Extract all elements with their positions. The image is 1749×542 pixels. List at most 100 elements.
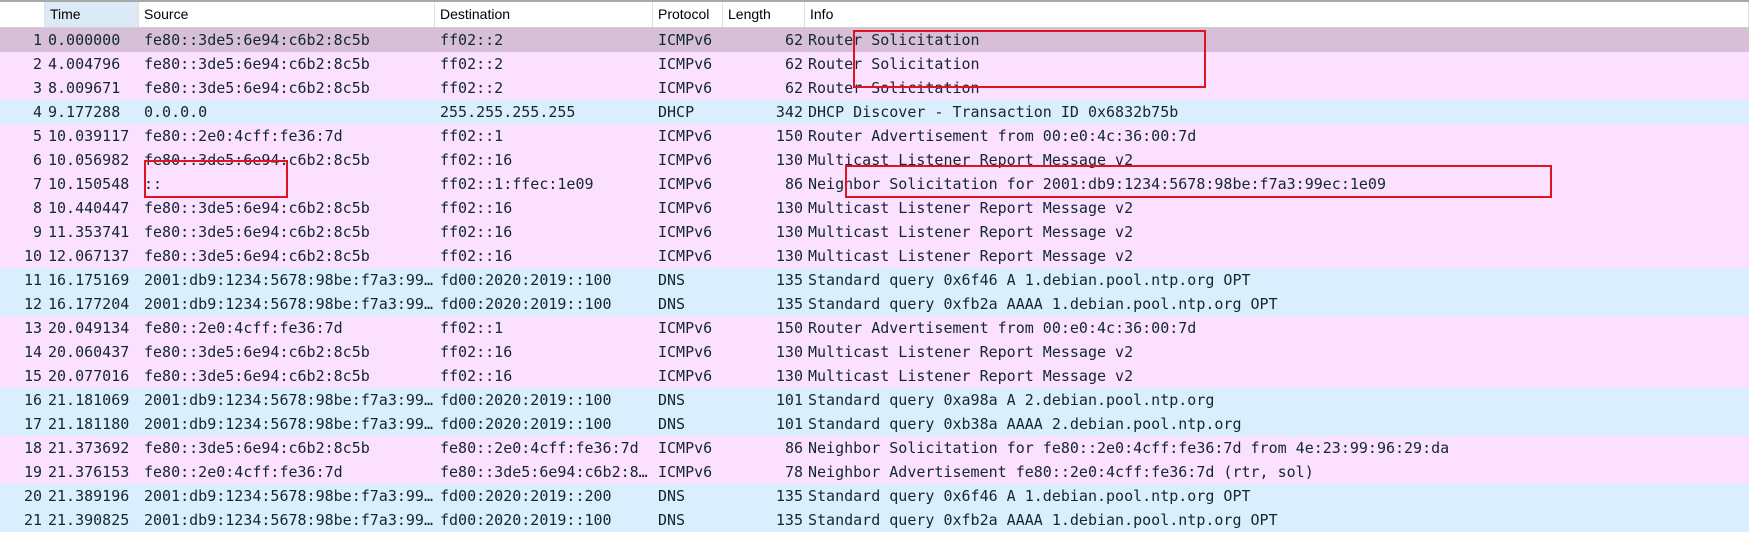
packet-number: 6 <box>32 151 42 169</box>
packet-destination: ff02::2 <box>440 31 504 49</box>
column-header-source[interactable]: Source <box>139 2 435 27</box>
packet-row[interactable]: 6 10.056982 fe80::3de5:6e94:c6b2:8c5b ff02:… <box>0 148 1749 172</box>
packet-source: fe80::3de5:6e94:c6b2:8c5b <box>144 247 370 265</box>
packet-row[interactable]: 5 10.039117 fe80::2e0:4cff:fe36:7d ff02::1 I… <box>0 124 1749 148</box>
packet-destination: fe80::3de5:6e94:c6b2:8… <box>440 463 648 481</box>
packet-destination: ff02::16 <box>440 247 513 265</box>
packet-source: :: <box>144 175 163 193</box>
packet-length: 130 <box>775 223 803 241</box>
packet-time: 21.376153 <box>48 463 130 481</box>
packet-info: Router Solicitation <box>808 55 980 73</box>
packet-source: fe80::3de5:6e94:c6b2:8c5b <box>144 367 370 385</box>
packet-number: 21 <box>23 511 42 529</box>
packet-length: 130 <box>775 367 803 385</box>
packet-destination: ff02::1 <box>440 127 504 145</box>
packet-time: 0.000000 <box>48 31 121 49</box>
packet-destination: fd00:2020:2019::200 <box>440 487 612 505</box>
packet-row[interactable]: 15 20.077016 fe80::3de5:6e94:c6b2:8c5b ff02… <box>0 364 1749 388</box>
packet-destination: 255.255.255.255 <box>440 103 576 121</box>
packet-row[interactable]: 14 20.060437 fe80::3de5:6e94:c6b2:8c5b ff02… <box>0 340 1749 364</box>
packet-number: 15 <box>23 367 42 385</box>
packet-number: 13 <box>23 319 42 337</box>
packet-row[interactable]: 8 10.440447 fe80::3de5:6e94:c6b2:8c5b ff02:… <box>0 196 1749 220</box>
packet-info: Standard query 0xfb2a AAAA 1.debian.pool… <box>808 295 1278 313</box>
packet-time: 21.181069 <box>48 391 130 409</box>
packet-info: Multicast Listener Report Message v2 <box>808 151 1134 169</box>
packet-info: Multicast Listener Report Message v2 <box>808 343 1134 361</box>
packet-source: fe80::3de5:6e94:c6b2:8c5b <box>144 151 370 169</box>
column-header-info[interactable]: Info <box>805 2 1749 27</box>
packet-row[interactable]: 4 9.177288 0.0.0.0 255.255.255.255 DHCP 342 DH… <box>0 100 1749 124</box>
packet-info: Standard query 0x6f46 A 1.debian.pool.nt… <box>808 271 1251 289</box>
packet-row[interactable]: 9 11.353741 fe80::3de5:6e94:c6b2:8c5b ff02:… <box>0 220 1749 244</box>
packet-number: 1 <box>32 31 42 49</box>
packet-source: 2001:db9:1234:5678:98be:f7a3:99… <box>144 295 433 313</box>
packet-number: 12 <box>23 295 42 313</box>
packet-time: 12.067137 <box>48 247 130 265</box>
packet-length: 135 <box>775 511 803 529</box>
packet-length: 130 <box>775 199 803 217</box>
packet-destination: fe80::2e0:4cff:fe36:7d <box>440 439 639 457</box>
column-header-destination[interactable]: Destination <box>435 2 653 27</box>
packet-number: 7 <box>32 175 42 193</box>
packet-time: 21.373692 <box>48 439 130 457</box>
packet-row[interactable]: 10 12.067137 fe80::3de5:6e94:c6b2:8c5b ff02… <box>0 244 1749 268</box>
packet-destination: ff02::2 <box>440 79 504 97</box>
packet-row[interactable]: 19 21.376153 fe80::2e0:4cff:fe36:7d fe80::3… <box>0 460 1749 484</box>
packet-number: 3 <box>32 79 42 97</box>
packet-row[interactable]: 3 8.009671 fe80::3de5:6e94:c6b2:8c5b ff02::… <box>0 76 1749 100</box>
packet-destination: ff02::1:ffec:1e09 <box>440 175 594 193</box>
packet-row[interactable]: 18 21.373692 fe80::3de5:6e94:c6b2:8c5b fe80… <box>0 436 1749 460</box>
packet-info: Neighbor Advertisement fe80::2e0:4cff:fe… <box>808 463 1314 481</box>
packet-number: 10 <box>23 247 42 265</box>
packet-time: 4.004796 <box>48 55 121 73</box>
packet-destination: ff02::16 <box>440 367 513 385</box>
packet-row[interactable]: 20 21.389196 2001:db9:1234:5678:98be:f7a3:… <box>0 484 1749 508</box>
column-header-protocol[interactable]: Protocol <box>653 2 723 27</box>
packet-protocol: DNS <box>658 511 686 529</box>
packet-source: 2001:db9:1234:5678:98be:f7a3:99… <box>144 415 433 433</box>
column-header-length[interactable]: Length <box>723 2 805 27</box>
packet-info: Router Solicitation <box>808 31 980 49</box>
packet-source: fe80::3de5:6e94:c6b2:8c5b <box>144 199 370 217</box>
packet-info: DHCP Discover - Transaction ID 0x6832b75… <box>808 103 1179 121</box>
packet-row[interactable]: 21 21.390825 2001:db9:1234:5678:98be:f7a3:… <box>0 508 1749 532</box>
packet-length: 130 <box>775 151 803 169</box>
packet-protocol: DNS <box>658 391 686 409</box>
packet-row[interactable]: 13 20.049134 fe80::2e0:4cff:fe36:7d ff02::1… <box>0 316 1749 340</box>
packet-info: Multicast Listener Report Message v2 <box>808 223 1134 241</box>
column-header-no[interactable] <box>0 2 45 27</box>
column-header-time[interactable]: Time <box>45 2 139 27</box>
packet-length: 86 <box>784 175 803 193</box>
packet-row[interactable]: 12 16.177204 2001:db9:1234:5678:98be:f7a3:… <box>0 292 1749 316</box>
packet-info: Multicast Listener Report Message v2 <box>808 199 1134 217</box>
packet-length: 62 <box>784 79 803 97</box>
packet-list[interactable]: Time Source Destination Protocol Length … <box>0 0 1749 532</box>
packet-time: 10.150548 <box>48 175 130 193</box>
packet-protocol: DHCP <box>658 103 695 121</box>
packet-source: 2001:db9:1234:5678:98be:f7a3:99… <box>144 391 433 409</box>
packet-row[interactable]: 16 21.181069 2001:db9:1234:5678:98be:f7a3:… <box>0 388 1749 412</box>
packet-time: 21.390825 <box>48 511 130 529</box>
packet-length: 135 <box>775 271 803 289</box>
packet-protocol: ICMPv6 <box>658 175 713 193</box>
packet-destination: ff02::1 <box>440 319 504 337</box>
packet-row[interactable]: 1 0.000000 fe80::3de5:6e94:c6b2:8c5b ff02::… <box>0 28 1749 52</box>
packet-length: 130 <box>775 247 803 265</box>
packet-length: 101 <box>775 415 803 433</box>
packet-protocol: ICMPv6 <box>658 151 713 169</box>
packet-time: 10.056982 <box>48 151 130 169</box>
packet-source: fe80::2e0:4cff:fe36:7d <box>144 463 343 481</box>
packet-row[interactable]: 11 16.175169 2001:db9:1234:5678:98be:f7a3:… <box>0 268 1749 292</box>
packet-info: Standard query 0xfb2a AAAA 1.debian.pool… <box>808 511 1278 529</box>
packet-row[interactable]: 17 21.181180 2001:db9:1234:5678:98be:f7a3:… <box>0 412 1749 436</box>
packet-row[interactable]: 2 4.004796 fe80::3de5:6e94:c6b2:8c5b ff02::… <box>0 52 1749 76</box>
packet-number: 17 <box>23 415 42 433</box>
packet-length: 86 <box>784 439 803 457</box>
packet-row[interactable]: 7 10.150548:: ff02::1:ffec:1e09 ICMPv6 86 Nei… <box>0 172 1749 196</box>
packet-number: 5 <box>32 127 42 145</box>
packet-protocol: ICMPv6 <box>658 31 713 49</box>
packet-protocol: ICMPv6 <box>658 127 713 145</box>
packet-length: 101 <box>775 391 803 409</box>
packet-destination: fd00:2020:2019::100 <box>440 271 612 289</box>
